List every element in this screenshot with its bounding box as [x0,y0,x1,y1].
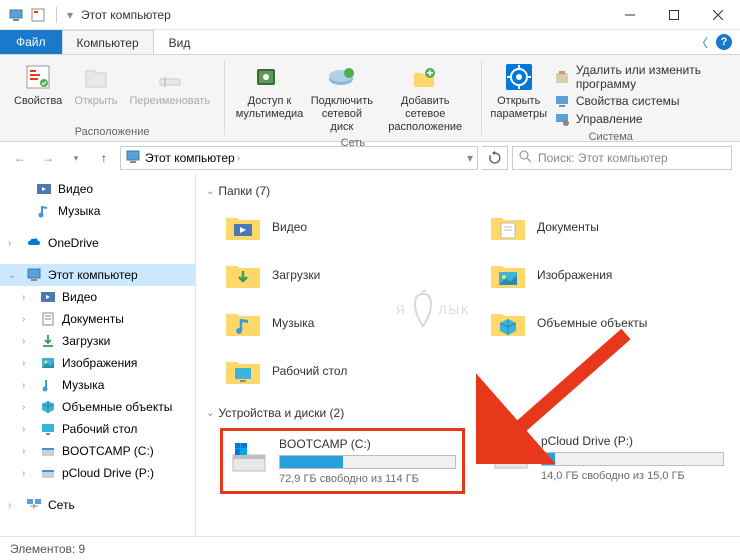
app-icon [8,7,24,23]
navigation-bar: ← → ▾ ↑ Этот компьютер › ▾ Поиск: Этот к… [0,142,740,174]
drive-icon [229,437,269,477]
sidebar-item-music[interactable]: ›Музыка [0,374,195,396]
folder-downloads[interactable]: Загрузки [220,254,465,296]
help-icon[interactable]: ? [716,34,732,50]
view-tab[interactable]: Вид [154,30,206,54]
group-system-label: Система [589,131,633,146]
manage-button[interactable]: Управление [554,111,726,127]
title-bar: ▾ Этот компьютер [0,0,740,30]
status-bar: Элементов: 9 [0,536,740,560]
rename-button[interactable]: Переименовать [124,59,217,110]
folder-3d-objects[interactable]: Объемные объекты [485,302,730,344]
address-bar[interactable]: Этот компьютер › ▾ [120,146,478,170]
sidebar-item-videos-top[interactable]: Видео [0,178,195,200]
chevron-right-icon[interactable]: › [237,153,240,164]
map-drive-button[interactable]: Подключить сетевой диск [306,59,378,137]
sidebar-item-bootcamp[interactable]: ›BOOTCAMP (C:) [0,440,195,462]
breadcrumb-this-pc[interactable]: Этот компьютер [145,151,235,165]
content-pane: ⌄Папки (7) Видео Документы Загрузки Изоб… [196,174,740,536]
folder-documents[interactable]: Документы [485,206,730,248]
system-properties-button[interactable]: Свойства системы [554,93,726,109]
sidebar-item-3d-objects[interactable]: ›Объемные объекты [0,396,195,418]
qat-dropdown-icon[interactable]: ▾ [67,8,73,22]
sidebar-item-videos[interactable]: ›Видео [0,286,195,308]
folder-music[interactable]: Музыка [220,302,465,344]
forward-button[interactable]: → [36,146,60,170]
media-access-button[interactable]: Доступ к мультимедиа [233,59,306,123]
properties-button[interactable]: Свойства [8,59,68,110]
sidebar-item-pcloud[interactable]: ›pCloud Drive (P:) [0,462,195,484]
uninstall-programs-button[interactable]: Удалить или изменить программу [554,63,726,91]
chevron-down-icon: ⌄ [206,186,214,197]
folders-section-header[interactable]: ⌄Папки (7) [206,184,730,198]
ribbon-tabs: Файл Компьютер Вид 〈 ? [0,30,740,54]
computer-tab[interactable]: Компьютер [62,30,154,54]
group-location-label: Расположение [75,126,150,141]
sidebar-item-documents[interactable]: ›Документы [0,308,195,330]
recent-dropdown[interactable]: ▾ [64,146,88,170]
drive-bootcamp-c[interactable]: BOOTCAMP (C:) 72,9 ГБ свободно из 114 ГБ [220,428,465,494]
search-icon [519,150,532,166]
sidebar-item-pictures[interactable]: ›Изображения [0,352,195,374]
up-button[interactable]: ↑ [92,146,116,170]
drives-section-header[interactable]: ⌄Устройства и диски (2) [206,406,730,420]
sidebar-item-onedrive[interactable]: ›OneDrive [0,232,195,254]
pc-icon [125,149,141,168]
file-tab[interactable]: Файл [0,30,62,54]
minimize-button[interactable] [608,0,652,30]
maximize-button[interactable] [652,0,696,30]
expand-icon[interactable]: › [8,238,20,249]
sidebar-item-desktop[interactable]: ›Рабочий стол [0,418,195,440]
collapse-icon[interactable]: ⌄ [8,270,20,281]
sidebar-item-downloads[interactable]: ›Загрузки [0,330,195,352]
qat-properties-icon[interactable] [30,7,46,23]
drive-usage-bar [279,455,456,469]
close-button[interactable] [696,0,740,30]
add-net-location-button[interactable]: Добавить сетевое расположение [378,59,473,137]
drive-icon [491,434,531,474]
ribbon: Свойства Открыть Переименовать Расположе… [0,54,740,142]
refresh-button[interactable] [482,146,508,170]
folder-desktop[interactable]: Рабочий стол [220,350,465,392]
sidebar-item-this-pc[interactable]: ⌄Этот компьютер [0,264,195,286]
navigation-pane: Видео Музыка ›OneDrive ⌄Этот компьютер ›… [0,174,196,536]
open-button[interactable]: Открыть [68,59,123,110]
item-count: Элементов: 9 [10,542,85,556]
folder-videos[interactable]: Видео [220,206,465,248]
drive-usage-bar [541,452,724,466]
sidebar-item-network[interactable]: ›Сеть [0,494,195,516]
folder-pictures[interactable]: Изображения [485,254,730,296]
open-settings-button[interactable]: Открыть параметры [490,59,548,123]
address-dropdown-icon[interactable]: ▾ [467,151,473,165]
search-input[interactable]: Поиск: Этот компьютер [512,146,732,170]
back-button[interactable]: ← [8,146,32,170]
collapse-ribbon-icon[interactable]: 〈 [696,34,708,51]
drive-pcloud-p[interactable]: pCloud Drive (P:) 14,0 ГБ свободно из 15… [485,428,730,494]
chevron-down-icon: ⌄ [206,408,214,419]
window-title: Этот компьютер [81,8,171,22]
sidebar-item-music-top[interactable]: Музыка [0,200,195,222]
